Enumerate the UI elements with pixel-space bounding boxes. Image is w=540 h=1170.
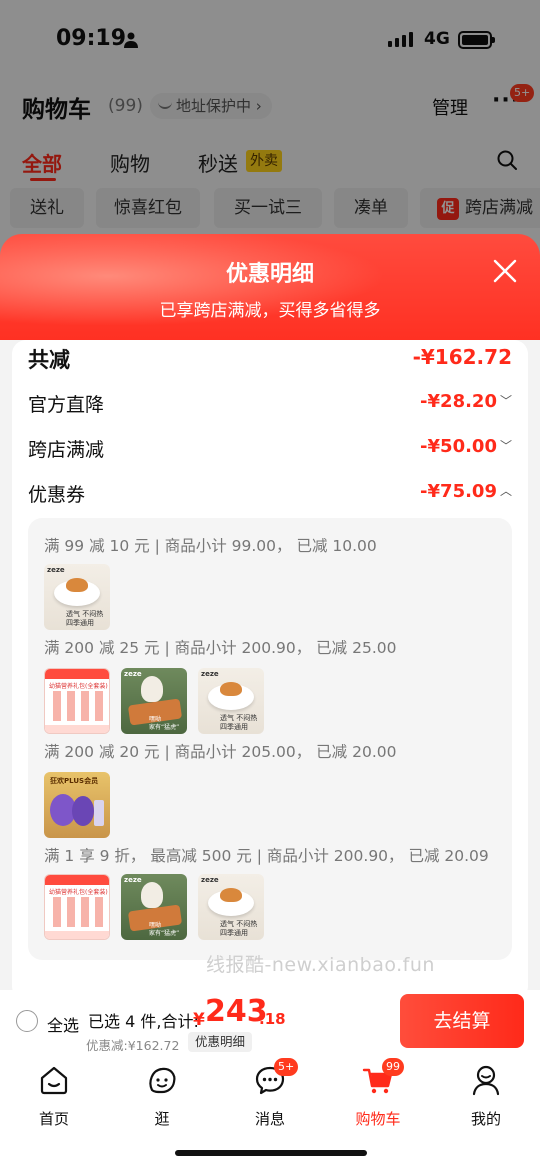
total-discount-label: 共减 xyxy=(28,348,70,372)
cross-store-discount-row[interactable]: 跨店满减 -¥50.00 ﹀ xyxy=(28,435,512,465)
total-currency: ¥ xyxy=(193,1010,205,1030)
cross-store-discount-amount: -¥50.00 ﹀ xyxy=(420,436,512,457)
tabbar-label-profile: 我的 xyxy=(470,1110,501,1128)
coupon-line-2: 满 200 减 25 元 | 商品小计 200.90， 已减 25.00 xyxy=(44,639,397,657)
official-discount-row[interactable]: 官方直降 -¥28.20 ﹀ xyxy=(28,390,512,420)
sheet-body: 共减 -¥162.72 官方直降 -¥28.20 ﹀ 跨店满减 -¥50.00 ﹀ … xyxy=(0,340,540,990)
total-discount-row: 共减 -¥162.72 xyxy=(28,344,512,374)
tabbar-item-home[interactable]: 首页 xyxy=(14,1064,94,1128)
coupon-details: 满 99 减 10 元 | 商品小计 99.00， 已减 10.00 zeze … xyxy=(28,518,512,960)
coupon-3-products: 狂欢PLUS会员 xyxy=(44,772,110,838)
official-discount-amount: -¥28.20 ﹀ xyxy=(420,391,512,412)
discount-detail-sheet: 优惠明细 已享跨店满减，买得多省得多 共减 -¥162.72 官方直降 -¥28… xyxy=(0,234,540,990)
coupon-4-products: 幼猫营养礼包(全套装) zeze 嘿呦 家有“猛虎” zeze 透气 不闷热 四季通… xyxy=(44,874,264,940)
coupon-line-4: 满 1 享 9 折， 最高减 500 元 | 商品小计 200.90， 已减 2… xyxy=(44,847,489,865)
tabbar-label-messages: 消息 xyxy=(254,1110,285,1128)
coupon-line-1: 满 99 减 10 元 | 商品小计 99.00， 已减 10.00 xyxy=(44,537,377,555)
tabbar-label-cart: 购物车 xyxy=(355,1110,401,1128)
coupon-1-products: zeze 透气 不闷热 四季通用 xyxy=(44,564,110,630)
close-icon[interactable] xyxy=(492,258,518,284)
profile-icon xyxy=(472,1065,500,1096)
chevron-down-icon: ﹀ xyxy=(499,394,512,408)
coupon-amount: -¥75.09 ︿ xyxy=(420,481,512,502)
product-thumb-pillow[interactable]: zeze 透气 不闷热 四季通用 xyxy=(198,668,264,734)
select-all-checkbox[interactable] xyxy=(16,1010,38,1032)
product-thumb-dog-mat[interactable]: zeze 嘿呦 家有“猛虎” xyxy=(121,874,187,940)
tabbar-item-profile[interactable]: 我的 xyxy=(446,1064,526,1128)
tabbar-label-browse: 逛 xyxy=(154,1110,170,1128)
chevron-down-icon: ﹀ xyxy=(499,439,512,453)
home-indicator xyxy=(175,1150,367,1156)
tabbar-item-messages[interactable]: 5+ 消息 xyxy=(230,1058,310,1128)
product-thumb-pillow[interactable]: zeze 透气 不闷热 四季通用 xyxy=(44,564,110,630)
discount-card: 共减 -¥162.72 官方直降 -¥28.20 ﹀ 跨店满减 -¥50.00 ﹀ … xyxy=(12,340,528,990)
product-thumb-dog-mat[interactable]: zeze 嘿呦 家有“猛虎” xyxy=(121,668,187,734)
browse-icon xyxy=(149,1067,176,1094)
product-thumb-purple-bottles[interactable]: 狂欢PLUS会员 xyxy=(44,772,110,838)
coupon-line-3: 满 200 减 20 元 | 商品小计 205.00， 已减 20.00 xyxy=(44,743,397,761)
cart-badge: 99 xyxy=(382,1058,404,1076)
home-icon xyxy=(40,1066,68,1095)
cross-store-discount-label: 跨店满减 xyxy=(28,439,105,461)
official-discount-label: 官方直降 xyxy=(28,394,105,416)
product-thumb-cat-gift-box[interactable]: 幼猫营养礼包(全套装) xyxy=(44,874,110,940)
sheet-title: 优惠明细 xyxy=(225,262,314,287)
chevron-up-icon: ︿ xyxy=(499,484,512,498)
sheet-header: 优惠明细 已享跨店满减，买得多省得多 xyxy=(0,234,540,354)
sheet-subtitle: 已享跨店满减，买得多省得多 xyxy=(159,301,381,321)
coupon-2-products: 幼猫营养礼包(全套装) zeze 嘿呦 家有“猛虎” zeze 透气 不闷热 四季通… xyxy=(44,668,264,734)
select-all-label[interactable]: 全选 xyxy=(47,1012,79,1036)
tabbar-label-home: 首页 xyxy=(38,1110,69,1128)
discount-detail-button[interactable]: 优惠明细 xyxy=(188,1032,253,1052)
product-thumb-pillow[interactable]: zeze 透气 不闷热 四季通用 xyxy=(198,874,264,940)
watermark: 线报酷-new.xianbao.fun xyxy=(206,954,435,976)
coupon-label: 优惠券 xyxy=(28,484,86,506)
messages-badge: 5+ xyxy=(274,1058,299,1076)
tabbar-item-cart[interactable]: 99 购物车 xyxy=(338,1058,418,1128)
total-discount-amount: -¥162.72 xyxy=(412,345,512,369)
saved-amount: 优惠减:¥162.72 xyxy=(86,1038,180,1053)
product-thumb-cat-gift-box[interactable]: 幼猫营养礼包(全套装) xyxy=(44,668,110,734)
total-amount-decimal: .18 xyxy=(259,1010,286,1028)
checkout-bar: 全选 已选 4 件,合计: ¥ 243 .18 优惠减:¥162.72 优惠明细… xyxy=(0,990,540,1054)
checkout-button[interactable]: 去结算 xyxy=(400,994,524,1048)
selected-count: 已选 4 件,合计: xyxy=(88,1012,199,1031)
tabbar-item-browse[interactable]: 逛 xyxy=(122,1064,202,1128)
coupon-row[interactable]: 优惠券 -¥75.09 ︿ xyxy=(28,480,512,510)
